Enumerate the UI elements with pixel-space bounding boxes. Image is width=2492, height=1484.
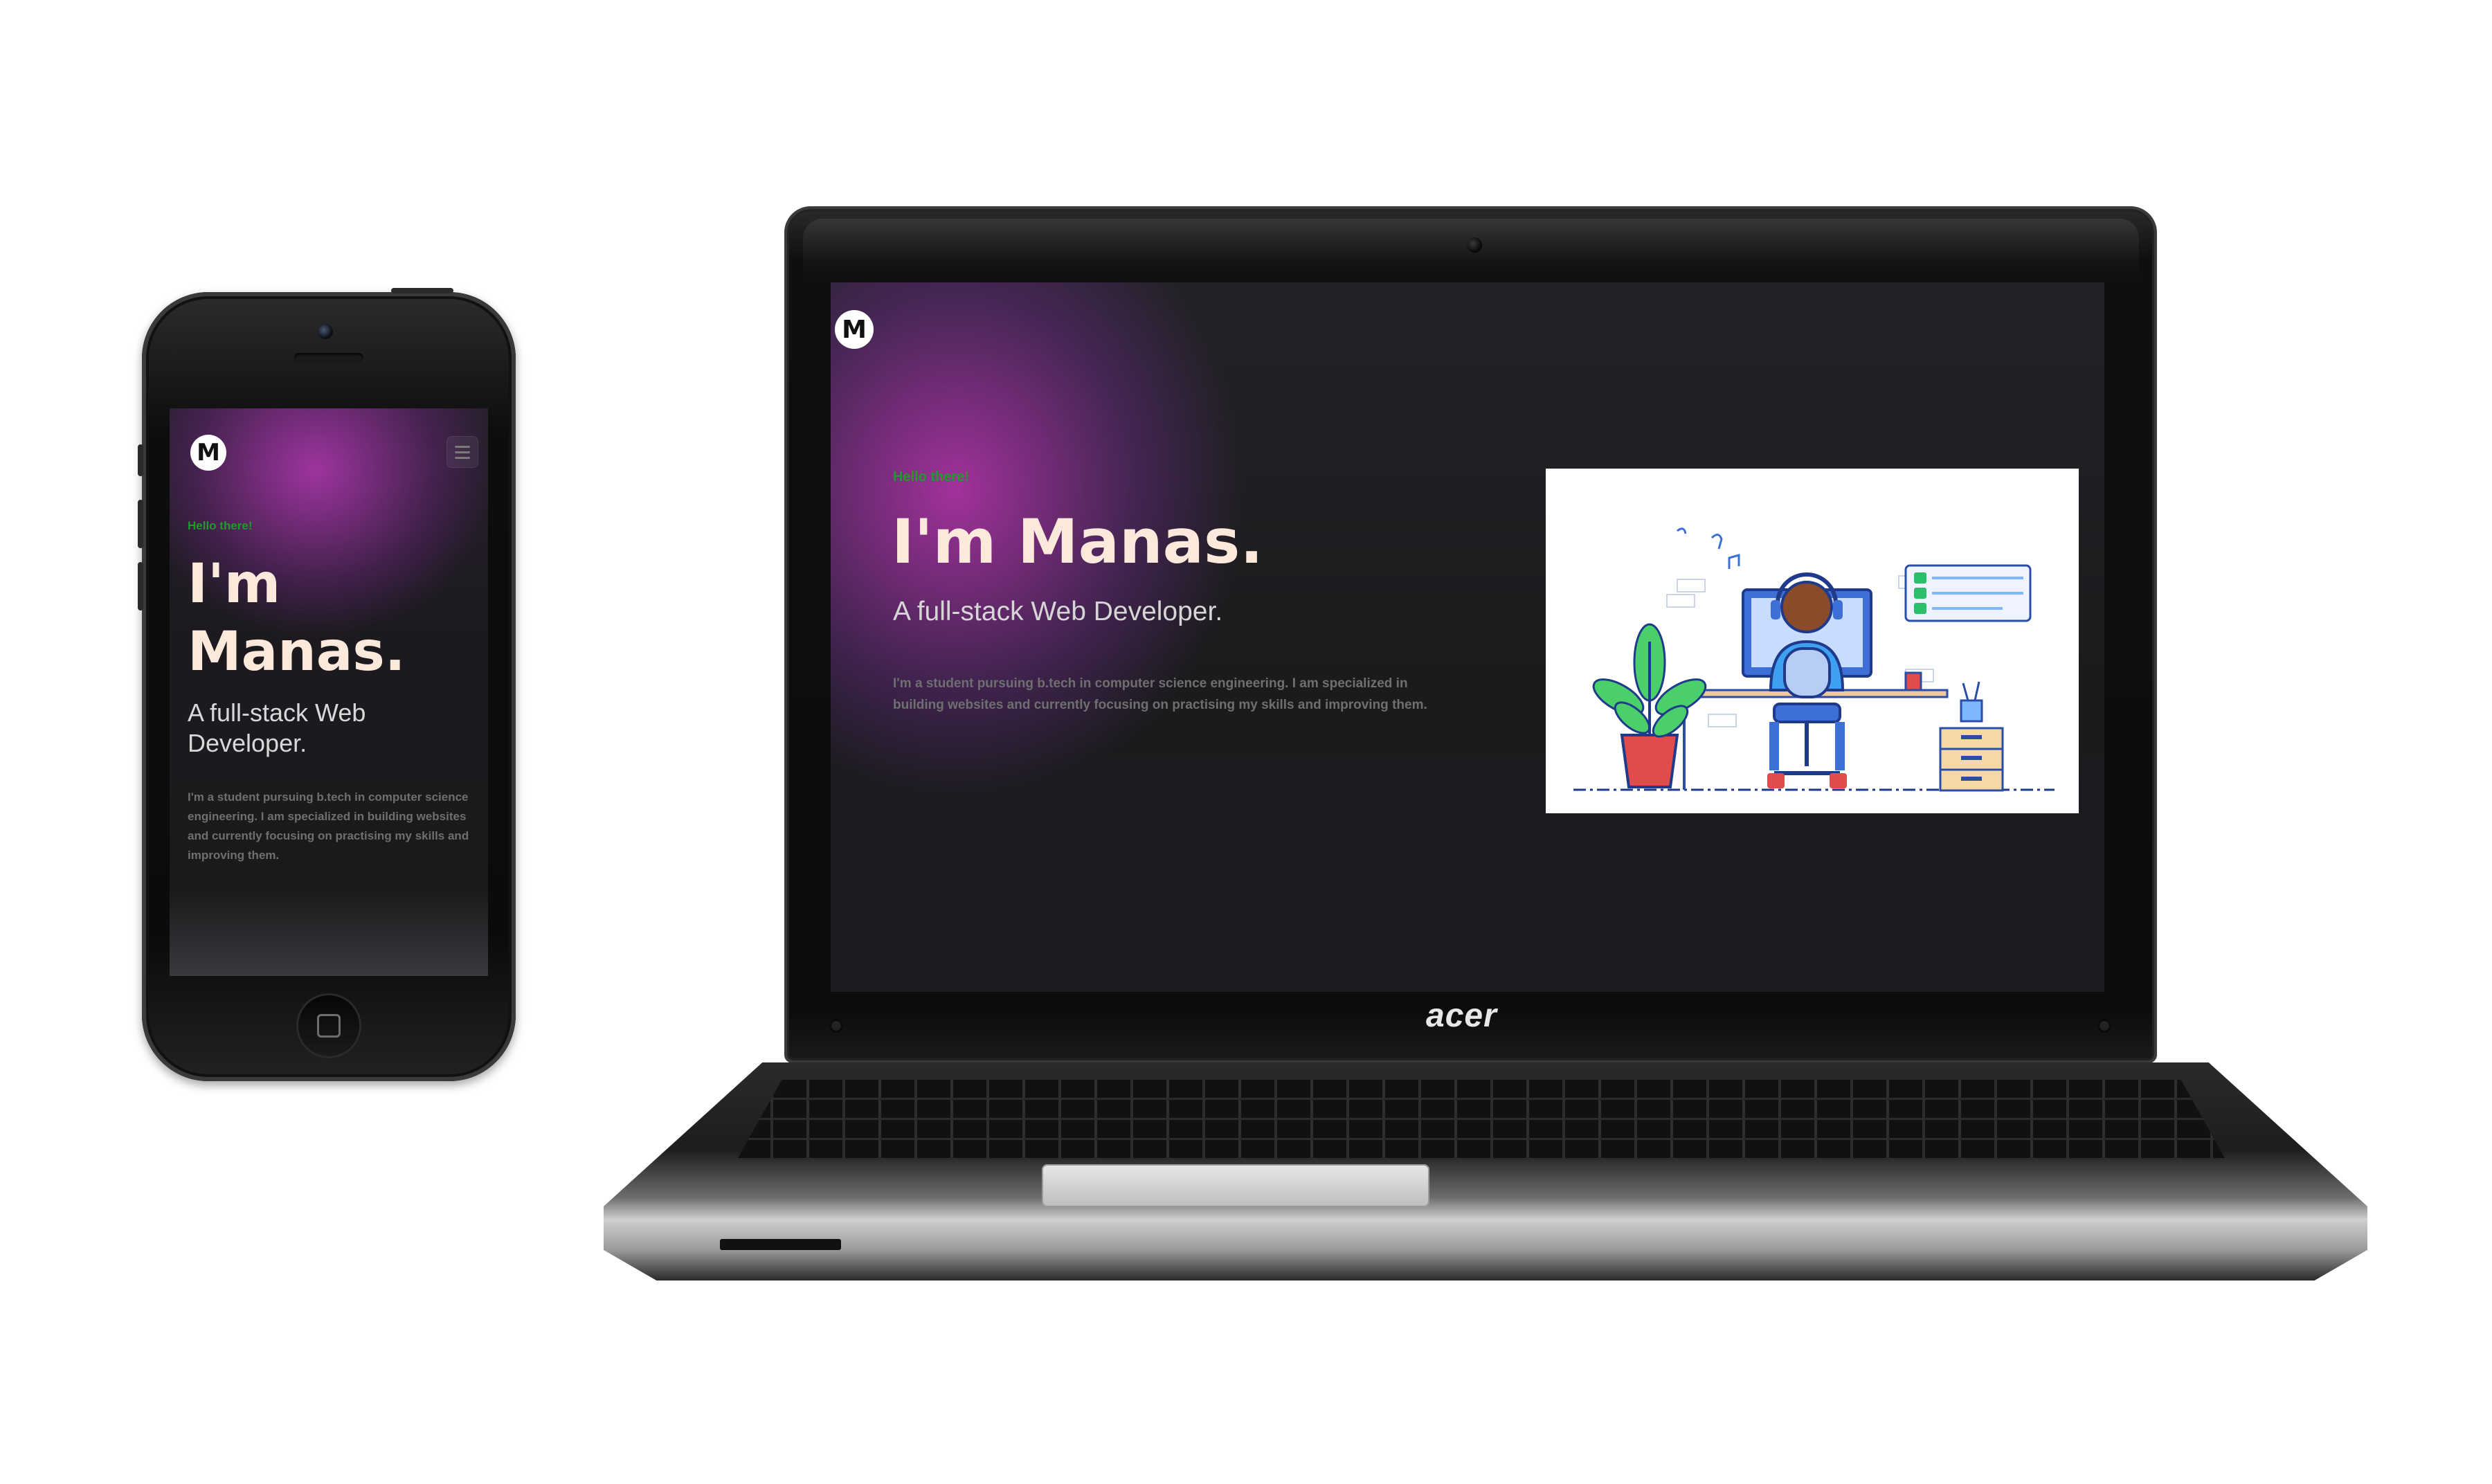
greeting: Hello there!: [188, 519, 253, 532]
phone-device: M Hello there! I'm Manas. A full-stack W…: [138, 288, 516, 1081]
hero-title: I'm Manas.: [188, 550, 405, 686]
keyboard-rows: [737, 1080, 2225, 1159]
greeting: Hello there!: [893, 469, 970, 485]
hero-title-line1: I'm: [188, 553, 281, 615]
brand-logo: acer: [1426, 997, 1497, 1034]
webcam: [1467, 237, 1482, 253]
hinge-bumper-left: [829, 1019, 843, 1033]
hero-title-line2: Manas.: [188, 621, 406, 683]
phone-screen: M Hello there! I'm Manas. A full-stack W…: [170, 408, 488, 976]
hero-title: I'm Manas.: [892, 506, 1263, 577]
touchpad: [1042, 1164, 1429, 1207]
phone-camera: [318, 324, 333, 339]
home-square-icon: [317, 1014, 341, 1038]
hero-description: I'm a student pursuing b.tech in compute…: [893, 676, 1427, 712]
phone-volume-up: [138, 500, 143, 548]
phone-volume-down: [138, 562, 143, 610]
logo-icon[interactable]: M: [835, 310, 874, 349]
developer-illustration-svg: [1573, 527, 2055, 792]
hero-description: I'm a student pursuing b.tech in compute…: [188, 790, 469, 862]
hero-subtitle: A full-stack Web Developer.: [188, 698, 366, 757]
developer-illustration: [1546, 469, 2079, 813]
card-slot: [720, 1239, 841, 1250]
menu-icon[interactable]: [446, 436, 478, 468]
phone-mute-switch: [138, 444, 143, 476]
logo-icon[interactable]: M: [190, 435, 226, 471]
phone-speaker: [294, 353, 363, 363]
phone-power-button: [391, 288, 453, 293]
hero-subtitle: A full-stack Web Developer.: [893, 597, 1223, 626]
hinge-bumper-right: [2097, 1019, 2111, 1033]
